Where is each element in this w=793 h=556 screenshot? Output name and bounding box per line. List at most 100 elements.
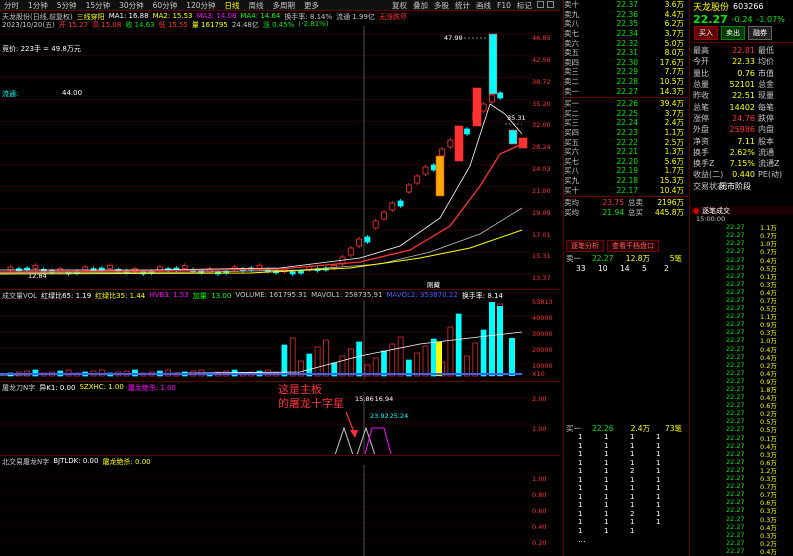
quote-value: 2.62% — [729, 147, 755, 157]
level-price: 22.27 — [616, 86, 638, 96]
ask1-queue-numbers: 33 10 14 5 2 — [564, 264, 688, 274]
quote-key: 量比 — [693, 68, 709, 78]
tick-price: 22.27 — [726, 522, 745, 531]
queue-number: 1 — [604, 526, 609, 535]
tool-item[interactable]: 复权 — [392, 0, 407, 11]
buy-button[interactable]: 买入 — [694, 26, 718, 40]
queue-row: 1 1 1 — [564, 527, 688, 536]
queue-number: 1 — [578, 467, 583, 476]
quote-key: 收益(二) — [693, 170, 724, 180]
queue-number: 1 — [578, 526, 583, 535]
level-price: 22.31 — [616, 48, 638, 58]
quote-key-2: 市值 — [758, 68, 774, 78]
tick-price: 22.27 — [726, 385, 745, 394]
sell-button[interactable]: 卖出 — [721, 26, 745, 40]
tool-item[interactable]: 叠加 — [413, 0, 428, 11]
ind1-val-mid: 23.92 — [370, 412, 389, 420]
queue-row: 1 1 1 1 — [564, 433, 688, 442]
queue-number: 2 — [630, 509, 635, 518]
level-price: 22.20 — [616, 156, 638, 166]
toolbar-item[interactable]: 120分钟 — [185, 0, 216, 10]
tick-list-header: 逐笔成交 — [690, 206, 793, 215]
tab-tick-analysis[interactable]: 逐笔分析 — [566, 240, 604, 252]
toolbar-item[interactable]: 多周期 — [272, 0, 297, 10]
toolbar-item[interactable]: 60分钟 — [152, 0, 179, 10]
volume-chart[interactable] — [0, 300, 532, 380]
tool-item[interactable]: 统计 — [455, 0, 470, 11]
tool-item[interactable]: F10 — [497, 1, 511, 10]
queue-number: 1 — [578, 518, 583, 527]
queue-number: 1 — [604, 467, 609, 476]
toolbar-item[interactable]: 15分钟 — [85, 0, 112, 10]
tick-price: 22.27 — [726, 247, 745, 256]
tick-list[interactable]: 逐笔成交 15:00:00 22.27 1.1万 22.27 0.7万 22.27 1.0… — [689, 206, 793, 556]
tool-item[interactable]: 标记 — [517, 0, 532, 11]
y-tick-label: 24.03 — [532, 165, 551, 173]
y-tick-label: 0.60 — [532, 507, 547, 515]
tool-item[interactable]: 多股 — [434, 0, 449, 11]
tick-price: 22.27 — [726, 425, 745, 434]
ask1-label: 卖一 — [566, 254, 581, 264]
queue-number: 1 — [604, 475, 609, 484]
tick-price: 22.27 — [726, 401, 745, 410]
tick-price: 22.27 — [726, 263, 745, 272]
toolbar-item[interactable]: 1分钟 — [27, 0, 49, 10]
indicator1-chart[interactable] — [0, 392, 532, 454]
ind1-val-top2: 16.94 — [374, 395, 394, 403]
quote-key-2: 均价 — [758, 57, 774, 67]
queue-row: 1 1 1 1 — [564, 484, 688, 493]
quote-value: 22.81 — [732, 46, 755, 56]
bid1-vol: 2.4万 — [630, 423, 650, 433]
window-controls — [537, 1, 554, 8]
order-book-row[interactable]: 买十 22.17 10.4万 — [564, 185, 688, 195]
quote-value: 7.11 — [737, 136, 755, 146]
order-book-row[interactable]: 卖一 22.27 14.3万 — [564, 86, 688, 96]
toolbar-item[interactable]: 分时 — [3, 0, 20, 10]
tab-view-1000-book[interactable]: 查看千档盘口 — [607, 240, 659, 252]
quote-value: 24.76 — [732, 113, 755, 123]
indicator2-chart[interactable] — [0, 465, 532, 556]
queue-number: 1 — [578, 433, 583, 442]
y-tick-label: 10000 — [532, 362, 553, 370]
margin-button[interactable]: 融券 — [748, 26, 772, 40]
quote-key-2: 现量 — [758, 91, 774, 101]
settings-icon[interactable] — [537, 1, 544, 8]
queue-number: 1 — [656, 441, 661, 450]
quote-key: 总笔 — [693, 102, 709, 112]
queue-number: 33 — [576, 264, 586, 274]
stock-header: 天龙股份 603266 — [690, 0, 793, 13]
candlestick-chart[interactable] — [0, 26, 532, 288]
y-tick-label: 1.00 — [532, 425, 547, 433]
ask-avg-price: 23.75 — [602, 198, 624, 208]
quote-row: 涨停 24.76 跌停 — [693, 113, 793, 124]
quote-key-2: PE(动) — [758, 170, 783, 180]
quote-key-2: 总金 — [758, 80, 774, 90]
tick-price: 22.27 — [726, 287, 745, 296]
quote-key: 今开 — [693, 57, 709, 67]
toolbar-item[interactable]: 日线 — [224, 0, 241, 10]
quote-row: 收益(二) 0.440 PE(动) — [693, 169, 793, 180]
quote-key-2: 每笔 — [758, 102, 774, 112]
tick-rows: 22.27 1.1万 22.27 0.7万 22.27 1.0万 22.27 0.7万 22.2… — [690, 223, 793, 556]
queue-row: 1 1 1 1 — [564, 450, 688, 459]
quote-key-2: 股本 — [758, 136, 774, 146]
toolbar-item[interactable]: 5分钟 — [56, 0, 78, 10]
quote-value: 25986 — [729, 125, 755, 135]
quote-value: 0.76 — [737, 68, 755, 78]
quote-row: 换手 2.62% 流通 — [693, 147, 793, 158]
toolbar-item[interactable]: 周线 — [248, 0, 265, 10]
queue-ellipsis: ... — [578, 535, 586, 545]
price-header: 22.27 -0.24 -1.07% — [690, 12, 793, 26]
toolbar-item[interactable]: 更多 — [303, 0, 320, 10]
tick-price: 22.27 — [726, 376, 745, 385]
close-icon[interactable] — [547, 1, 554, 8]
tick-price: 22.27 — [726, 490, 745, 499]
queue-number: 1 — [604, 458, 609, 467]
tool-item[interactable]: 画线 — [476, 0, 491, 11]
quote-key: 净资 — [693, 136, 709, 146]
quote-row: 交易状态: 闭市阶段 — [693, 181, 793, 192]
queue-panel: 逐笔分析 查看千档盘口 卖一 22.27 12.8万 5笔 33 10 14 5 2 买… — [563, 240, 688, 556]
toolbar-item[interactable]: 30分钟 — [118, 0, 145, 10]
level-price: 22.36 — [616, 9, 638, 19]
quote-value: 7.15% — [729, 159, 755, 169]
